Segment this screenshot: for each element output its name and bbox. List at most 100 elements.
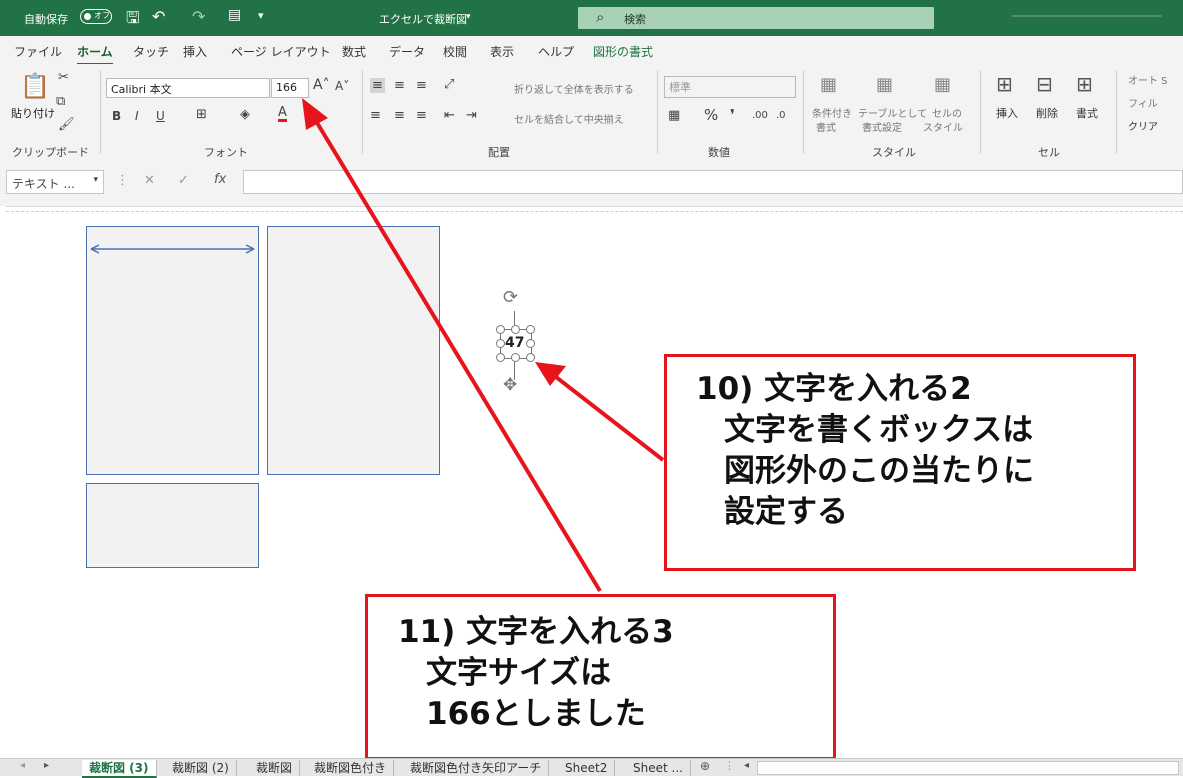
document-title[interactable]: エクセルで裁断図 xyxy=(379,11,467,27)
tab-home[interactable]: ホーム xyxy=(77,43,113,66)
border-icon[interactable]: ⊞ xyxy=(196,107,207,122)
save-icon[interactable]: 🖫 xyxy=(126,7,140,34)
merge-center-button[interactable]: セルを結合して中央揃え xyxy=(514,111,624,126)
tab-page-layout[interactable]: ページ レイアウト xyxy=(231,43,331,60)
font-size-box[interactable]: 166 xyxy=(271,78,309,98)
sheet-tab-1[interactable]: 裁断図 (3) xyxy=(82,760,157,778)
tab-shape-format[interactable]: 図形の書式 xyxy=(593,43,653,60)
tab-help[interactable]: ヘルプ xyxy=(538,43,574,60)
callout-10-line-4: 設定する xyxy=(724,494,848,530)
accounting-icon[interactable]: ▦ xyxy=(668,108,680,123)
orientation-icon[interactable]: ⤢ xyxy=(444,77,454,92)
rotate-handle-icon[interactable]: ⟳ xyxy=(503,287,518,308)
delete-cells-icon[interactable]: ⊟ xyxy=(1036,72,1053,96)
insert-cells-icon[interactable]: ⊞ xyxy=(996,72,1013,96)
increase-decimal-icon[interactable]: .00 xyxy=(752,110,768,121)
font-color-icon[interactable]: A xyxy=(278,106,287,122)
title-dropdown-icon[interactable]: ▾ xyxy=(466,12,471,22)
tab-view[interactable]: 表示 xyxy=(490,43,514,60)
tab-formulas[interactable]: 数式 xyxy=(342,43,366,60)
tab-file[interactable]: ファイル xyxy=(14,43,62,60)
sheet-tab-6[interactable]: Sheet2 xyxy=(558,760,616,776)
autosave-toggle[interactable]: オフ xyxy=(80,9,112,24)
clear-button[interactable]: クリア xyxy=(1128,118,1158,133)
align-left-icon[interactable]: ≡ xyxy=(370,108,381,123)
horizontal-scrollbar[interactable] xyxy=(757,761,1179,775)
decrease-decimal-icon[interactable]: .0 xyxy=(776,110,786,121)
cells-group-label: セル xyxy=(1038,146,1060,159)
increase-font-icon[interactable]: A˄ xyxy=(313,77,330,93)
decrease-font-icon[interactable]: A˅ xyxy=(335,79,349,93)
percent-icon[interactable]: % xyxy=(704,106,718,124)
add-sheet-icon[interactable]: ⊕ xyxy=(700,759,710,773)
number-format-box[interactable]: 標準 xyxy=(664,76,796,98)
cell-styles-button-2[interactable]: スタイル xyxy=(923,119,963,134)
sheet-tab-7[interactable]: Sheet ... xyxy=(626,760,691,776)
format-cells-button[interactable]: 書式 xyxy=(1076,105,1098,121)
name-box-dropdown-icon[interactable]: ▾ xyxy=(93,175,98,185)
sheet-tab-2[interactable]: 裁断図 (2) xyxy=(165,760,237,776)
scroll-right-icon[interactable]: ▸ xyxy=(44,760,49,771)
fill-color-icon[interactable]: ◈ xyxy=(240,107,250,122)
selected-textbox[interactable]: ⟳ 47 ✥ xyxy=(496,287,536,395)
bold-icon[interactable]: B xyxy=(112,109,121,123)
italic-icon[interactable]: I xyxy=(135,109,139,123)
name-box[interactable]: テキスト ... ▾ xyxy=(6,170,104,194)
format-as-table-button-2[interactable]: 書式設定 xyxy=(862,119,902,134)
sheet-tab-4[interactable]: 裁断図色付き xyxy=(307,760,395,776)
align-top-icon[interactable]: ≡ xyxy=(370,78,385,93)
copy-icon[interactable]: ⧉ xyxy=(56,94,65,109)
cell-styles-button[interactable]: セルの xyxy=(932,105,962,120)
decrease-indent-icon[interactable]: ⇤ xyxy=(444,108,455,123)
tab-touch[interactable]: タッチ xyxy=(133,43,169,60)
align-bottom-icon[interactable]: ≡ xyxy=(416,78,427,93)
conditional-format-button-2[interactable]: 書式 xyxy=(816,119,836,134)
paste-button[interactable]: 貼り付け xyxy=(11,105,55,121)
move-handle-icon[interactable]: ✥ xyxy=(503,375,517,395)
redo-icon[interactable]: ↷ xyxy=(192,7,205,26)
worksheet[interactable]: ⟳ 47 ✥ 10) 文字を入れる2 文字を書くボックスは 図形外のこの当たりに… xyxy=(6,206,1183,760)
font-name-box[interactable]: Calibri 本文 xyxy=(106,78,270,98)
format-cells-icon[interactable]: ⊞ xyxy=(1076,72,1093,96)
increase-indent-icon[interactable]: ⇥ xyxy=(466,108,477,123)
align-center-icon[interactable]: ≡ xyxy=(394,108,405,123)
enter-icon[interactable]: ✓ xyxy=(178,173,189,188)
align-middle-icon[interactable]: ≡ xyxy=(394,78,405,93)
cut-panel-1[interactable] xyxy=(86,226,259,475)
insert-function-icon[interactable]: fx xyxy=(214,172,226,187)
width-arrow-icon[interactable] xyxy=(86,241,259,257)
fill-button[interactable]: フィル xyxy=(1128,95,1158,110)
tab-data[interactable]: データ xyxy=(389,43,425,60)
cut-icon[interactable]: ✂ xyxy=(58,70,69,85)
insert-cells-button[interactable]: 挿入 xyxy=(996,105,1018,121)
textbox-text[interactable]: 47 xyxy=(505,335,524,351)
conditional-format-icon[interactable]: ▦ xyxy=(820,74,837,95)
conditional-format-button[interactable]: 条件付き xyxy=(812,105,852,120)
tab-review[interactable]: 校閲 xyxy=(443,43,467,60)
align-right-icon[interactable]: ≡ xyxy=(416,108,427,123)
sheet-tab-3[interactable]: 裁断図 xyxy=(249,760,301,776)
formula-input[interactable] xyxy=(243,170,1183,194)
format-painter-icon[interactable]: 🖌 xyxy=(58,117,75,132)
callout-10-line-1: 10) 文字を入れる2 xyxy=(696,371,972,407)
autosum-button[interactable]: オート S xyxy=(1128,72,1168,87)
format-as-table-button[interactable]: テーブルとして xyxy=(858,105,927,120)
scroll-left-icon[interactable]: ◂ xyxy=(20,760,25,771)
comma-icon[interactable]: ❜ xyxy=(730,106,735,124)
hscroll-left-icon[interactable]: ◂ xyxy=(744,760,749,771)
format-as-table-icon[interactable]: ▦ xyxy=(876,74,893,95)
delete-cells-button[interactable]: 削除 xyxy=(1036,105,1058,121)
cell-styles-icon[interactable]: ▦ xyxy=(934,74,951,95)
cut-panel-2[interactable] xyxy=(267,226,440,475)
underline-icon[interactable]: U xyxy=(156,109,165,123)
wrap-text-button[interactable]: 折り返して全体を表示する xyxy=(514,81,634,96)
sheet-tab-5[interactable]: 裁断図色付き矢印アーチ xyxy=(403,760,550,776)
paste-icon[interactable]: 📋 xyxy=(20,72,50,100)
search-box[interactable]: ⌕ 検索 xyxy=(578,7,934,29)
cancel-icon[interactable]: ✕ xyxy=(144,173,155,188)
undo-icon[interactable]: ↶ xyxy=(152,7,165,26)
print-preview-icon[interactable]: ▤ xyxy=(228,7,241,23)
tab-insert[interactable]: 挿入 xyxy=(183,43,207,60)
customize-qat-icon[interactable]: ▾ xyxy=(258,9,264,22)
cut-panel-3[interactable] xyxy=(86,483,259,568)
